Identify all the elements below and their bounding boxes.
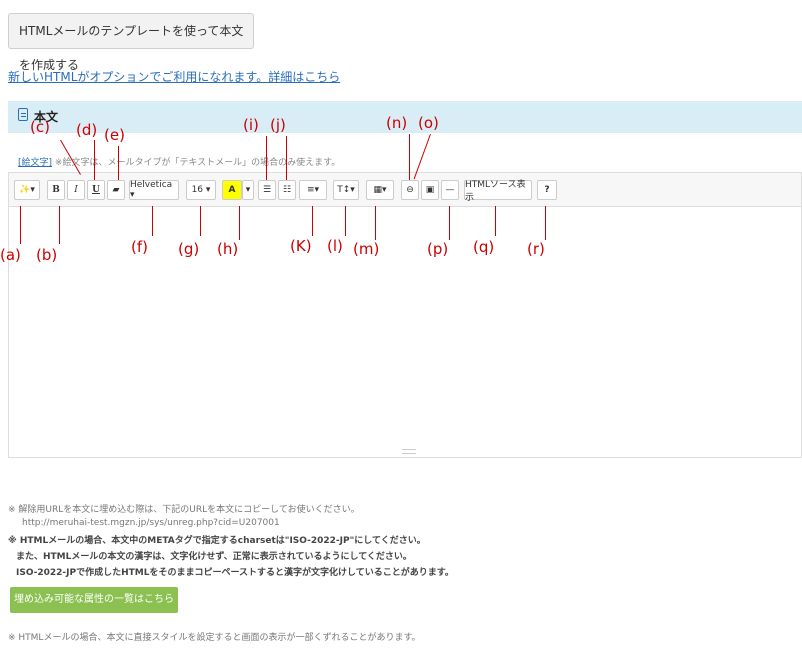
annotation-label-q: (q) [473,238,495,256]
embeddable-attributes-button[interactable]: 埋め込み可能な属性の一覧はこちらです。 [10,587,178,631]
annotation-label-h: (h) [217,240,239,258]
annotation-line-f [152,206,153,236]
annotation-line-g [200,206,201,236]
annotation-label-d: (d) [76,121,98,139]
paragraph-align-button[interactable]: ≡▾ [299,180,327,200]
document-icon [18,108,28,121]
ordered-list-button[interactable]: ☷ [278,180,296,200]
table-button[interactable]: ▦▾ [366,180,394,200]
annotation-line-h [239,206,240,240]
annotation-line-i [266,136,267,180]
help-button[interactable]: ? [537,180,557,200]
annotation-line-a [20,206,21,244]
annotation-line-k [312,206,313,236]
annotation-label-r: (r) [527,240,545,258]
font-color-button[interactable]: A [222,180,242,200]
font-size-select[interactable]: 16 ▾ [186,180,216,200]
annotation-label-e: (e) [104,126,125,144]
annotation-line-j [286,136,287,180]
annotation-label-b: (b) [36,246,58,264]
annotation-line-l [345,206,346,236]
annotation-label-i: (i) [243,116,259,134]
resize-handle[interactable] [402,449,416,454]
emoji-note-text: ※絵文字は、メールタイプが「テキストメール」の場合のみ使えます。 [54,158,341,168]
kanji-note: また、HTMLメールの本文の漢字は、文字化けせず、正常に表示されているようにして… [16,552,412,562]
charset-note: ※ HTMLメールの場合、本文中のMETAタグで指定するcharsetは"ISO… [8,536,426,546]
font-family-select[interactable]: Helvetica ▾ [129,180,179,200]
line-height-button[interactable]: T↕▾ [333,180,359,200]
annotation-line-e [118,146,119,180]
eraser-button[interactable]: ▰ [107,180,125,200]
emoji-note: [絵文字] ※絵文字は、メールタイプが「テキストメール」の場合のみ使えます。 [18,155,340,168]
annotation-label-o: (o) [418,114,439,132]
annotation-label-c: (c) [30,118,50,136]
annotation-label-f: (f) [131,238,148,256]
underline-button[interactable]: U [87,180,105,200]
unordered-list-button[interactable]: ☰ [258,180,276,200]
annotation-line-m [375,206,376,240]
annotation-line-b [59,206,60,244]
italic-button[interactable]: I [67,180,85,200]
copy-paste-note: ISO-2022-JPで作成したHTMLをそのままコピーペーストすると漢字が文字… [16,568,454,578]
annotation-label-j: (j) [270,116,286,134]
new-html-option-link[interactable]: 新しいHTMLがオプションでご利用になれます。詳細はこちら [8,68,340,85]
template-button[interactable]: HTMLメールのテンプレートを使って本文を作成する [8,13,254,72]
annotation-label-p: (p) [427,240,449,258]
unsubscribe-url-note: ※ 解除用URLを本文に埋め込む際は、下記のURLを本文にコピーしてお使いくださ… [8,505,360,515]
annotation-line-r [545,206,546,240]
horizontal-rule-button[interactable]: — [441,180,459,200]
style-warning-note: ※ HTMLメールの場合、本文に直接スタイルを設定すると画面の表示が一部くずれる… [8,633,421,643]
annotation-label-k: (K) [290,237,312,255]
bold-button[interactable]: B [47,180,65,200]
link-button[interactable]: ⊖ [401,180,419,200]
image-button[interactable]: ▣ [421,180,439,200]
editor-content-area[interactable] [8,206,802,458]
annotation-line-d [94,140,95,180]
annotation-line-p [449,206,450,240]
html-source-button[interactable]: HTMLソース表示 [464,180,532,203]
editor-toolbar: ✨▾ B I U ▰ Helvetica ▾ 16 ▾ A ▾ ☰ ☷ ≡▾ T… [8,172,802,206]
unsubscribe-url: http://meruhai-test.mgzn.jp/sys/unreg.ph… [22,518,280,528]
annotation-line-q [495,206,496,236]
annotation-label-a: (a) [0,246,21,264]
emoji-link[interactable]: [絵文字] [18,158,52,168]
annotation-label-l: (l) [327,237,343,255]
magic-style-button[interactable]: ✨▾ [14,180,40,200]
annotation-label-g: (g) [178,240,200,258]
annotation-line-n [409,134,410,180]
annotation-label-m: (m) [353,240,380,258]
annotation-label-n: (n) [386,114,408,132]
color-dropdown-button[interactable]: ▾ [242,180,254,200]
